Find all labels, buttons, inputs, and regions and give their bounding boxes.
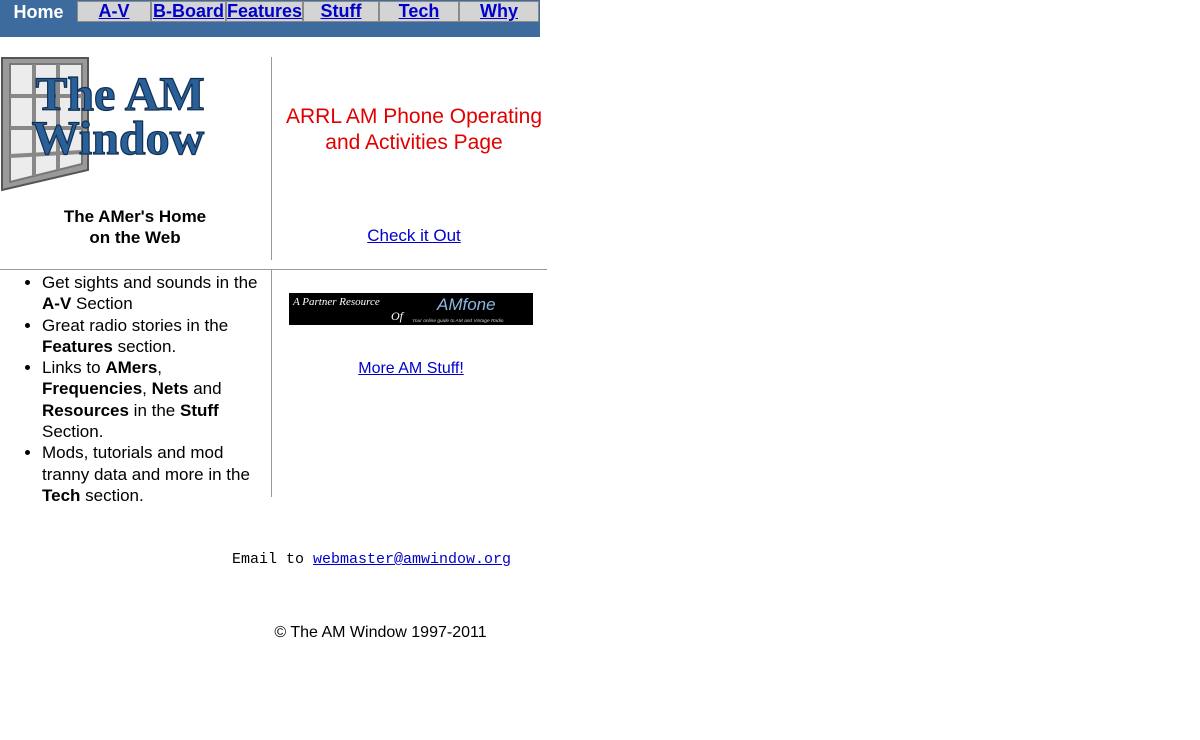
text-run: section. bbox=[80, 485, 144, 505]
email-prefix: Email to bbox=[232, 551, 314, 568]
email-line: Email to webmaster@amwindow.org bbox=[232, 551, 511, 568]
copyright-notice: © The AM Window 1997-2011 bbox=[274, 624, 487, 641]
arrl-title: ARRL AM Phone Operating and Activities P… bbox=[276, 104, 552, 156]
nav-link-bboard[interactable]: B-Board bbox=[153, 1, 224, 21]
nav-link-why[interactable]: Why bbox=[480, 1, 518, 21]
top-nav-bar: Home A-V B-Board Features Stuff Tech Why bbox=[0, 0, 540, 37]
partner-of: Of bbox=[391, 309, 405, 323]
bold-term: Frequencies bbox=[42, 379, 143, 399]
text-run: Great radio stories in the bbox=[42, 315, 229, 335]
webmaster-email-link[interactable]: webmaster@amwindow.org bbox=[313, 551, 511, 568]
features-list: Get sights and sounds in the A-V Section… bbox=[0, 272, 262, 506]
section-divider bbox=[0, 269, 547, 270]
bold-term: Nets bbox=[151, 379, 189, 399]
am-window-logo[interactable]: The AM Window bbox=[0, 56, 220, 192]
arrl-title-line-1: ARRL AM Phone Operating bbox=[285, 105, 543, 128]
more-am-stuff-link[interactable]: More AM Stuff! bbox=[358, 360, 464, 377]
features-list-item: Get sights and sounds in the A-V Section bbox=[42, 272, 262, 315]
more-stuff-container: More AM Stuff! bbox=[289, 360, 533, 378]
nav-home-label[interactable]: Home bbox=[0, 0, 77, 24]
tagline-line-1: The AMer's Home bbox=[63, 207, 207, 226]
text-run: Links to bbox=[42, 358, 106, 378]
bold-term: AMers bbox=[105, 358, 158, 378]
nav-link-stuff[interactable]: Stuff bbox=[321, 1, 362, 21]
bold-term: Resources bbox=[42, 400, 129, 420]
amfone-partner-banner[interactable]: A Partner Resource Of AMfone Your online… bbox=[289, 293, 533, 325]
nav-item-av[interactable]: A-V bbox=[77, 1, 151, 22]
features-list-item: Great radio stories in the Features sect… bbox=[42, 315, 262, 358]
text-run: Section. bbox=[42, 422, 104, 442]
bold-term: Features bbox=[42, 336, 113, 356]
features-list-item: Mods, tutorials and mod tranny data and … bbox=[42, 442, 262, 506]
nav-item-tech[interactable]: Tech bbox=[379, 1, 459, 22]
nav-item-stuff[interactable]: Stuff bbox=[303, 1, 379, 22]
text-run: Mods, tutorials and mod tranny data and … bbox=[42, 443, 250, 484]
features-list-item: Links to AMers, Frequencies, Nets and Re… bbox=[42, 357, 262, 442]
text-run: Section bbox=[71, 294, 133, 314]
bold-term: A-V bbox=[42, 294, 72, 314]
nav-link-tech[interactable]: Tech bbox=[399, 1, 440, 21]
partner-tagline: Your online guide to AM and Vintage Radi… bbox=[412, 318, 504, 324]
nav-link-features[interactable]: Features bbox=[227, 1, 302, 21]
text-run: , bbox=[142, 379, 152, 399]
nav-item-why[interactable]: Why bbox=[459, 1, 539, 22]
check-it-out-link[interactable]: Check it Out bbox=[367, 226, 461, 245]
partner-prefix: A Partner Resource bbox=[292, 296, 380, 308]
bold-term: Stuff bbox=[179, 400, 219, 420]
column-divider-top bbox=[271, 57, 272, 260]
tagline-line-2: on the Web bbox=[89, 228, 181, 247]
arrl-title-line-2: and Activities Page bbox=[325, 131, 503, 154]
text-run: and bbox=[188, 379, 222, 399]
nav-link-av[interactable]: A-V bbox=[99, 1, 130, 21]
text-run: Get sights and sounds in the bbox=[42, 273, 258, 292]
text-run: section. bbox=[112, 336, 177, 356]
text-run: in the bbox=[128, 400, 180, 420]
logo-line-2: Window bbox=[32, 112, 205, 165]
site-tagline: The AMer's Home on the Web bbox=[30, 206, 240, 248]
nav-item-features[interactable]: Features bbox=[226, 1, 303, 22]
text-run: , bbox=[157, 358, 163, 378]
nav-item-bboard[interactable]: B-Board bbox=[151, 1, 226, 22]
column-divider-bottom bbox=[271, 270, 272, 497]
check-it-out-container: Check it Out bbox=[276, 226, 552, 246]
partner-brand: AMfone bbox=[436, 295, 496, 314]
bold-term: Tech bbox=[42, 485, 81, 505]
